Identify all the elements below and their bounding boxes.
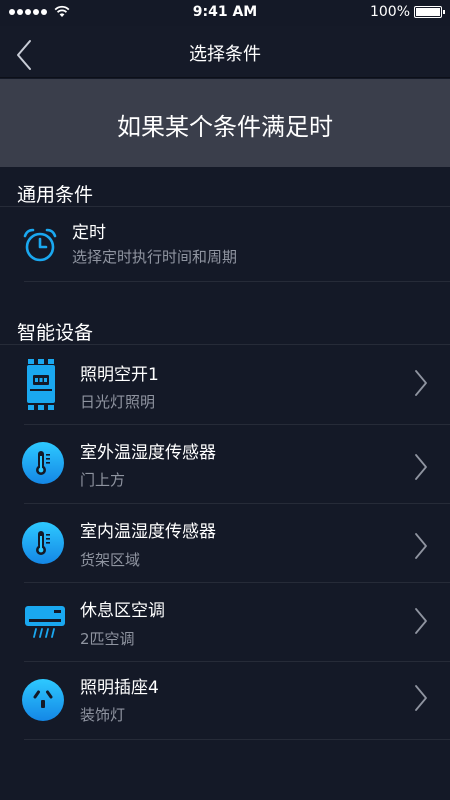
- banner-text: 如果某个条件满足时: [117, 113, 333, 141]
- status-bar: 9:41 AM 100%: [0, 0, 450, 26]
- thermometer-icon: [22, 522, 64, 564]
- socket-icon: [22, 679, 64, 721]
- section-title-general: 通用条件: [17, 184, 94, 206]
- divider: [24, 281, 450, 282]
- item-subtitle: 日光灯照明: [80, 393, 156, 411]
- circuit-breaker-icon: [27, 359, 55, 410]
- section-title-devices: 智能设备: [17, 322, 94, 344]
- item-title: 照明插座4: [80, 678, 159, 698]
- alarm-clock-icon: [23, 228, 57, 262]
- nav-bar: 选择条件: [0, 26, 450, 78]
- condition-banner: 如果某个条件满足时: [0, 79, 450, 167]
- chevron-right-icon: [415, 370, 427, 396]
- page-title: 选择条件: [189, 44, 261, 65]
- screen: 9:41 AM 100% 选择条件 如果某个条件满足时 通用条件 定时 选择定时…: [0, 0, 450, 800]
- item-title: 照明空开1: [80, 365, 159, 385]
- chevron-right-icon: [415, 533, 427, 559]
- air-conditioner-icon: [25, 606, 65, 638]
- item-title: 室内温湿度传感器: [80, 522, 216, 542]
- item-title: 定时: [72, 223, 106, 243]
- battery-percent: 100%: [369, 4, 410, 20]
- item-subtitle: 门上方: [80, 471, 126, 489]
- thermometer-icon: [22, 442, 64, 484]
- item-subtitle: 选择定时执行时间和周期: [72, 248, 238, 266]
- list-item-device[interactable]: 室内温湿度传感器 货架区域: [0, 504, 450, 582]
- list-item-device[interactable]: 照明空开1 日光灯照明: [0, 345, 450, 424]
- divider: [24, 739, 450, 740]
- list-item-timer[interactable]: 定时 选择定时执行时间和周期: [0, 207, 450, 281]
- list-item-device[interactable]: 休息区空调 2匹空调: [0, 583, 450, 661]
- chevron-right-icon: [415, 685, 427, 711]
- battery-icon: [414, 6, 445, 18]
- item-subtitle: 装饰灯: [80, 706, 126, 724]
- list-item-device[interactable]: 照明插座4 装饰灯: [0, 662, 450, 740]
- item-title: 室外温湿度传感器: [80, 443, 216, 463]
- chevron-right-icon: [415, 454, 427, 480]
- item-subtitle: 2匹空调: [80, 630, 135, 648]
- list-item-device[interactable]: 室外温湿度传感器 门上方: [0, 425, 450, 503]
- item-subtitle: 货架区域: [80, 551, 141, 569]
- item-title: 休息区空调: [80, 601, 165, 621]
- chevron-right-icon: [415, 608, 427, 634]
